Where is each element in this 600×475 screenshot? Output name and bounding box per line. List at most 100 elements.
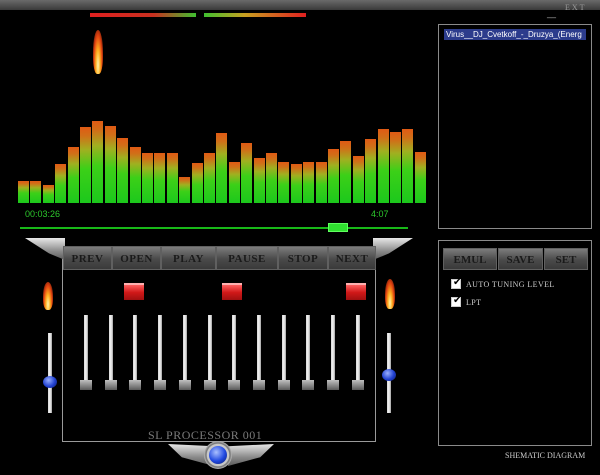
eq-band-knob[interactable] [228, 380, 240, 390]
eq-band-track[interactable] [356, 315, 360, 380]
spectrum-bar [266, 153, 277, 203]
spectrum-analyzer [18, 105, 426, 203]
spectrum-bar [129, 147, 141, 203]
seek-bar[interactable] [20, 227, 408, 229]
prev-button[interactable]: PREV [63, 246, 112, 270]
eq-band-knob[interactable] [352, 380, 364, 390]
spectrum-bar [328, 149, 339, 203]
time-elapsed: 00:03:26 [25, 209, 61, 219]
playlist-item[interactable]: Virus__DJ_Cvetkoff_-_Druzya_(Energ [444, 29, 586, 40]
eq-band-track[interactable] [232, 315, 236, 380]
exit-button[interactable]: EXT [565, 3, 587, 12]
spectrum-bar [166, 153, 178, 203]
spectrum-bar [117, 138, 129, 203]
spectrum-bar [402, 129, 414, 203]
emul-button[interactable]: EMUL [443, 248, 497, 270]
eq-band-track[interactable] [257, 315, 261, 380]
spectrum-bar [290, 164, 302, 203]
spectrum-bar [340, 141, 352, 203]
next-button[interactable]: NEXT [328, 246, 376, 270]
lpt-option[interactable]: ✔ LPT [451, 295, 482, 308]
set-button[interactable]: SET [544, 248, 588, 270]
emblem-wing-right [228, 444, 274, 466]
eq-band-knob[interactable] [327, 380, 339, 390]
spectrum-bar [67, 147, 79, 203]
right-slider-knob[interactable] [382, 369, 396, 381]
auto-tuning-checkbox[interactable]: ✔ [451, 277, 462, 289]
spectrum-bar [80, 127, 91, 203]
eq-band-knob[interactable] [278, 380, 290, 390]
balance-meter-right [204, 13, 306, 17]
spectrum-bar [204, 153, 215, 203]
eq-band-knob[interactable] [204, 380, 216, 390]
spectrum-bar [154, 153, 166, 203]
left-vertical-slider[interactable] [48, 333, 52, 413]
eq-band-track[interactable] [306, 315, 310, 380]
checkmark-icon: ✔ [453, 277, 462, 288]
preset-led-right[interactable] [346, 283, 366, 300]
balance-meter-left [90, 13, 196, 17]
seek-thumb[interactable] [328, 223, 348, 232]
spectrum-bar [104, 126, 116, 203]
title-bar[interactable] [0, 0, 600, 10]
time-total: 4:07 [371, 209, 389, 219]
left-wing-ornament [25, 238, 65, 260]
minimize-button[interactable]: __ [547, 9, 556, 19]
eq-band-track[interactable] [84, 315, 88, 380]
eq-band-track[interactable] [208, 315, 212, 380]
auto-tuning-option[interactable]: ✔ AUTO TUNING LEVEL [451, 277, 555, 290]
eq-band-knob[interactable] [105, 380, 117, 390]
checkmark-icon: ✔ [453, 295, 462, 306]
eq-band-knob[interactable] [154, 380, 166, 390]
spectrum-bar [55, 164, 67, 203]
spectrum-bar [216, 133, 228, 203]
eq-band-track[interactable] [282, 315, 286, 380]
spectrum-bar [278, 162, 290, 203]
eq-band-track[interactable] [109, 315, 113, 380]
spectrum-bar [253, 158, 265, 203]
spectrum-bar [142, 153, 153, 203]
preset-led-center[interactable] [222, 283, 242, 300]
spectrum-bar [18, 181, 29, 203]
emblem-knob[interactable] [209, 446, 227, 464]
play-button[interactable]: PLAY [161, 246, 216, 270]
spectrum-bar [352, 156, 364, 203]
eq-band-knob[interactable] [179, 380, 191, 390]
spectrum-bar [365, 139, 377, 203]
playlist-panel[interactable]: Virus__DJ_Cvetkoff_-_Druzya_(Energ [438, 24, 592, 229]
processor-label: SL PROCESSOR 001 [148, 428, 263, 442]
eq-band-track[interactable] [158, 315, 162, 380]
spectrum-bar [179, 177, 191, 203]
spectrum-bar [414, 152, 426, 203]
open-button[interactable]: OPEN [112, 246, 161, 270]
right-flame-icon [385, 279, 395, 309]
spectrum-bar [30, 181, 42, 203]
spectrum-bar [377, 129, 389, 203]
stop-button[interactable]: STOP [278, 246, 328, 270]
eq-band-knob[interactable] [302, 380, 314, 390]
preset-led-left[interactable] [124, 283, 144, 300]
auto-tuning-label: AUTO TUNING LEVEL [466, 279, 555, 289]
right-wing-ornament [373, 238, 413, 260]
left-slider-knob[interactable] [43, 376, 57, 388]
spectrum-bar [92, 121, 104, 203]
eq-band-track[interactable] [133, 315, 137, 380]
spectrum-bar [390, 132, 401, 203]
eq-band-knob[interactable] [80, 380, 92, 390]
pause-button[interactable]: PAUSE [216, 246, 278, 270]
spectrum-bar [303, 162, 315, 203]
spectrum-bar [191, 163, 203, 203]
eq-band-knob[interactable] [253, 380, 265, 390]
spectrum-bar [228, 162, 240, 203]
eq-band-track[interactable] [331, 315, 335, 380]
lpt-label: LPT [466, 297, 482, 307]
spectrum-bar [315, 162, 327, 203]
schematic-diagram-link[interactable]: SHEMATIC DIAGRAM [505, 451, 585, 460]
flame-indicator-icon [93, 30, 103, 74]
lpt-checkbox[interactable]: ✔ [451, 295, 462, 307]
save-button[interactable]: SAVE [498, 248, 543, 270]
eq-band-track[interactable] [183, 315, 187, 380]
eq-band-knob[interactable] [129, 380, 141, 390]
left-flame-icon [43, 282, 53, 310]
spectrum-bar [42, 185, 54, 203]
